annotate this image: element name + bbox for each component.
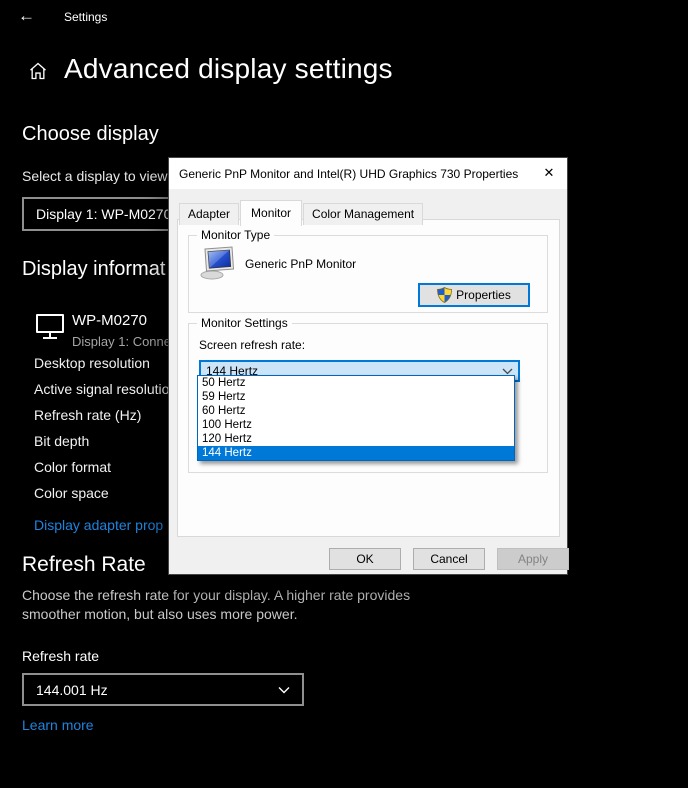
refresh-rate-description-line1: Choose the refresh rate for your display…	[22, 587, 411, 603]
display-information-heading: Display informat	[22, 258, 166, 280]
uac-shield-icon	[437, 287, 453, 303]
screen-refresh-rate-label: Screen refresh rate:	[199, 338, 306, 352]
monitor-properties-dialog: Generic PnP Monitor and Intel(R) UHD Gra…	[168, 157, 569, 575]
display-select-value: Display 1: WP-M0270	[36, 206, 172, 222]
monitor-status: Display 1: Conne	[72, 334, 171, 349]
monitor-type-group: Monitor Type Generic PnP Monitor Propert…	[188, 228, 548, 313]
pnp-monitor-name: Generic PnP Monitor	[245, 257, 357, 271]
dropdown-option-100[interactable]: 100 Hertz	[198, 418, 514, 432]
pnp-monitor-icon	[199, 246, 237, 283]
ok-button[interactable]: OK	[329, 548, 401, 570]
choose-display-subtext: Select a display to view	[22, 168, 168, 184]
monitor-settings-legend: Monitor Settings	[197, 316, 292, 330]
display-adapter-properties-link[interactable]: Display adapter prop	[34, 517, 163, 533]
page-title: Advanced display settings	[64, 53, 393, 84]
chevron-down-icon	[278, 686, 290, 693]
back-icon[interactable]: ←	[18, 6, 35, 26]
home-icon[interactable]	[28, 61, 48, 86]
learn-more-link[interactable]: Learn more	[22, 717, 94, 733]
dialog-tabstrip: Adapter Monitor Color Management	[179, 199, 424, 226]
refresh-rate-select-value: 144.001 Hz	[36, 681, 108, 698]
refresh-rate-heading: Refresh Rate	[22, 553, 146, 576]
dialog-titlebar: Generic PnP Monitor and Intel(R) UHD Gra…	[169, 158, 567, 189]
dialog-title: Generic PnP Monitor and Intel(R) UHD Gra…	[179, 167, 519, 181]
monitor-type-legend: Monitor Type	[197, 228, 275, 242]
tab-adapter[interactable]: Adapter	[179, 203, 240, 225]
refresh-rate-dropdown-list: 50 Hertz 59 Hertz 60 Hertz 100 Hertz 120…	[197, 375, 515, 461]
apply-button: Apply	[497, 548, 569, 570]
choose-display-heading: Choose display	[22, 123, 159, 145]
tab-monitor[interactable]: Monitor	[240, 200, 303, 226]
dropdown-option-60[interactable]: 60 Hertz	[198, 404, 514, 418]
refresh-rate-description-line2: smoother motion, but also uses more powe…	[22, 606, 298, 622]
properties-button[interactable]: Properties	[418, 283, 530, 307]
refresh-rate-field-label: Refresh rate	[22, 648, 100, 664]
dropdown-option-50[interactable]: 50 Hertz	[198, 376, 514, 390]
dropdown-option-59[interactable]: 59 Hertz	[198, 390, 514, 404]
properties-button-label: Properties	[456, 288, 511, 302]
monitor-icon	[36, 314, 64, 340]
cancel-button[interactable]: Cancel	[413, 548, 485, 570]
chevron-down-icon	[502, 368, 513, 374]
tab-color-management[interactable]: Color Management	[303, 203, 424, 225]
close-icon[interactable]: ✕	[532, 158, 566, 188]
refresh-rate-select[interactable]: 144.001 Hz	[22, 673, 304, 706]
window-title: Settings	[64, 10, 108, 24]
dropdown-option-144[interactable]: 144 Hertz	[198, 446, 514, 460]
dropdown-option-120[interactable]: 120 Hertz	[198, 432, 514, 446]
monitor-name: WP-M0270	[72, 312, 148, 329]
